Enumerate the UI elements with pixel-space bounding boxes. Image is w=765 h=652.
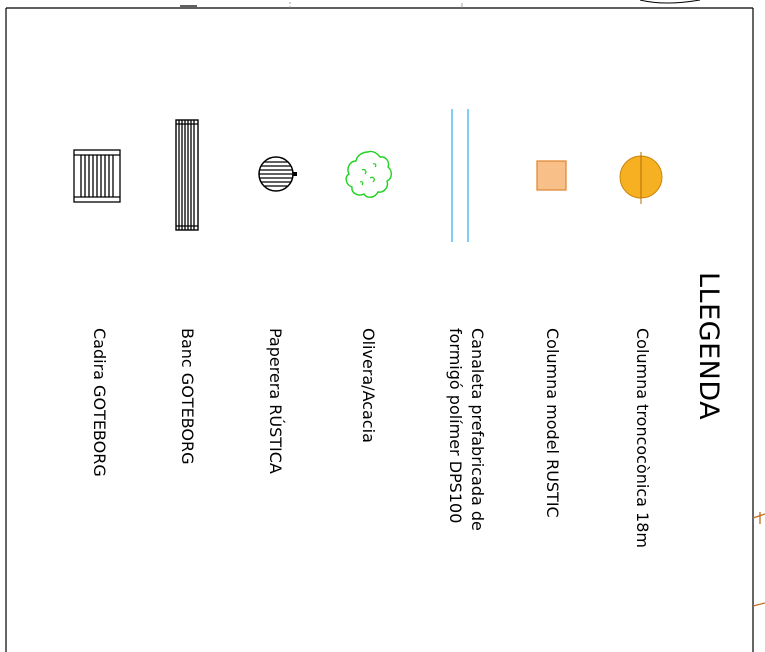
legend-label-conical-column: Columna troncocònica 18m (633, 328, 652, 548)
legend-label-bench: Banc GOTEBORG (178, 328, 197, 465)
legend-frame (5, 0, 765, 652)
conical-column-icon (619, 152, 663, 204)
chair-icon (73, 149, 121, 203)
legend-label-channel-line1: Canaleta prefabricada de (468, 328, 487, 531)
legend-label-chair: Cadira GOTEBORG (90, 328, 109, 477)
legend-label-tree: Olivera/Acacia (359, 328, 378, 443)
legend-title: LLEGENDA (693, 272, 724, 421)
legend-label-channel: Canaleta prefabricada de formigó polímer… (444, 328, 488, 531)
legend-label-bin: Paperera RÚSTICA (266, 328, 285, 474)
rustic-column-icon (536, 160, 567, 191)
bin-icon (258, 156, 297, 192)
legend-label-channel-line2: formigó polímer DPS100 (446, 328, 465, 524)
tree-icon (345, 150, 392, 198)
legend-label-rustic-column: Columna model RUSTIC (543, 328, 562, 518)
bench-icon (175, 119, 199, 231)
channel-icon (451, 109, 469, 242)
